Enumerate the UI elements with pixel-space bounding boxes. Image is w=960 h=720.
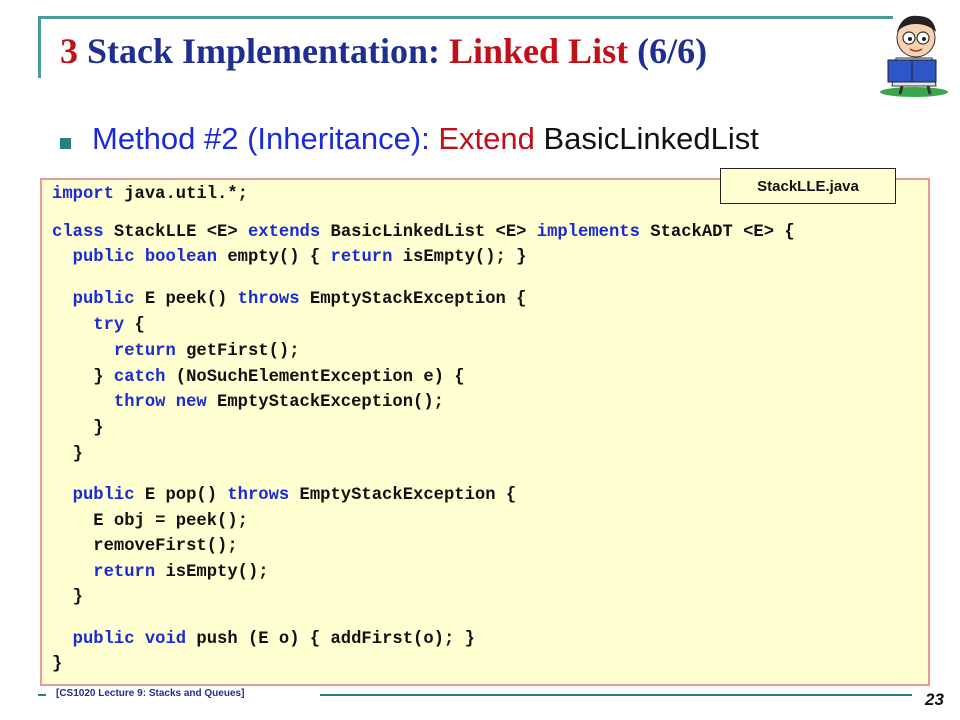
code-line-1: import java.util.*; xyxy=(52,185,248,204)
code-line-3: public boolean empty() { return isEmpty(… xyxy=(52,248,527,267)
bullet-text: Method #2 (Inheritance): Extend BasicLin… xyxy=(92,121,759,156)
code-line-2: class StackLLE <E> extends BasicLinkedLi… xyxy=(52,223,795,242)
title-number: 3 xyxy=(60,31,78,71)
code-line-16: public void push (E o) { addFirst(o); } xyxy=(52,630,475,649)
footer-rule xyxy=(320,694,912,696)
page-number: 23 xyxy=(925,690,944,709)
code-line-4: public E peek() throws EmptyStackExcepti… xyxy=(52,290,527,309)
code-line-17: } xyxy=(52,655,63,674)
title-prefix: Stack Implementation: xyxy=(87,31,449,71)
reading-boy-illustration xyxy=(880,15,948,97)
code-line-8: throw new EmptyStackException(); xyxy=(52,393,444,412)
code-line-15: } xyxy=(52,588,83,607)
code-line-14: return isEmpty(); xyxy=(52,563,269,582)
footer-dash xyxy=(38,694,46,696)
code-line-10: } xyxy=(52,445,83,464)
code-line-9: } xyxy=(52,419,104,438)
title-suffix: (6/6) xyxy=(628,31,708,71)
footer-course-label: [CS1020 Lecture 9: Stacks and Queues] xyxy=(56,688,245,699)
code-line-11: public E pop() throws EmptyStackExceptio… xyxy=(52,486,517,505)
title-highlight: Linked List xyxy=(449,31,629,71)
code-line-13: removeFirst(); xyxy=(52,537,238,556)
slide-title: 3 Stack Implementation: Linked List (6/6… xyxy=(60,30,707,72)
code-line-7: } catch (NoSuchElementException e) { xyxy=(52,368,465,387)
code-line-12: E obj = peek(); xyxy=(52,512,248,531)
code-line-5: try { xyxy=(52,316,145,335)
code-line-6: return getFirst(); xyxy=(52,342,300,361)
file-name-tag: StackLLE.java xyxy=(720,168,896,204)
bullet-marker xyxy=(60,138,71,149)
